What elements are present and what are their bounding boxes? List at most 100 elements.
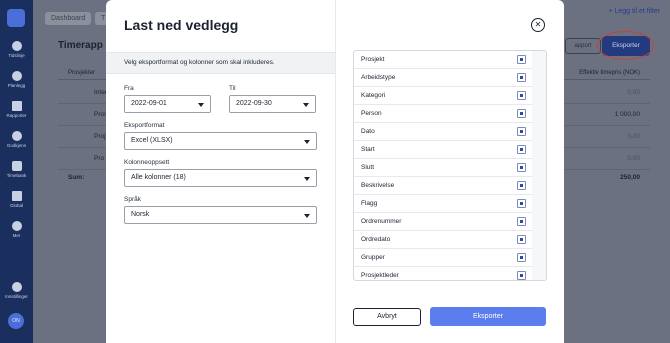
clock-icon (11, 41, 22, 51)
column-header-price: Effektiv timepris (NOK) (579, 70, 640, 76)
document-icon (11, 191, 22, 201)
list-item[interactable]: Grupper (354, 249, 532, 267)
column-name: Prosjektleder (361, 272, 399, 279)
format-label: Eksportformat (124, 122, 165, 129)
tab-dashboard[interactable]: Dashboard (45, 12, 92, 25)
chevron-down-icon (198, 103, 204, 107)
columns-setup-value: Alle kolonner (18) (131, 174, 186, 181)
row-price: 1 000,00 (614, 111, 640, 118)
highlight-circle (597, 31, 654, 60)
list-item[interactable]: Kategori (354, 87, 532, 105)
list-item[interactable]: Slutt (354, 159, 532, 177)
list-item[interactable]: Person (354, 105, 532, 123)
column-checkbox[interactable] (517, 55, 526, 64)
app-logo[interactable] (7, 9, 25, 27)
add-filter-link[interactable]: + Legg til et filter (608, 8, 660, 15)
column-checkbox[interactable] (517, 73, 526, 82)
column-checkbox[interactable] (517, 127, 526, 136)
column-name: Arbeidstype (361, 74, 396, 81)
bar-chart-icon (11, 101, 22, 111)
column-name: Grupper (361, 254, 385, 261)
list-item[interactable]: Ordrenummer (354, 213, 532, 231)
check-circle-icon (11, 131, 22, 141)
column-header-project: Prosjekter (68, 70, 96, 76)
export-confirm-button[interactable]: Eksporter (430, 307, 546, 326)
list-item[interactable]: Prosjekt (354, 51, 532, 69)
column-name: Kategori (361, 92, 386, 99)
column-name: Slutt (361, 164, 375, 171)
close-icon: ✕ (534, 20, 542, 29)
column-checkbox[interactable] (517, 145, 526, 154)
column-checkbox[interactable] (517, 217, 526, 226)
chevron-down-icon (303, 103, 309, 107)
list-item[interactable]: Arbeidstype (354, 69, 532, 87)
sidebar-item-rapporter[interactable]: Rapporter (0, 101, 33, 118)
export-modal: Last ned vedlegg Velg eksportformat og k… (106, 0, 564, 343)
sidebar-item-label: Mer (12, 233, 21, 238)
column-name: Ordredato (361, 236, 391, 243)
report-button[interactable]: apport (565, 38, 601, 54)
columns-setup-label: Kolonneoppsett (124, 159, 170, 166)
sidebar: Tidslinje Planlegg Rapporter Godkjenn Ti… (0, 0, 33, 343)
sidebar-item-timebank[interactable]: Timebank (0, 161, 33, 178)
avatar[interactable]: ON (8, 313, 24, 329)
row-project-name: Proj (94, 133, 106, 140)
to-date-select[interactable]: 2022-09-30 (229, 95, 316, 113)
to-date-value: 2022-09-30 (236, 100, 272, 107)
language-label: Språk (124, 196, 141, 203)
list-item[interactable]: Ordredato (354, 231, 532, 249)
sidebar-item-label: Global (9, 203, 23, 208)
list-item[interactable]: Dato (354, 123, 532, 141)
close-button[interactable]: ✕ (531, 18, 545, 32)
to-label: Til (229, 85, 236, 92)
list-item[interactable]: Beskrivelse (354, 177, 532, 195)
column-name: Beskrivelse (361, 182, 395, 189)
modal-title: Last ned vedlegg (124, 17, 239, 33)
columns-setup-select[interactable]: Alle kolonner (18) (124, 169, 317, 187)
from-date-select[interactable]: 2022-09-01 (124, 95, 211, 113)
column-checkbox[interactable] (517, 163, 526, 172)
column-list-scrollbar[interactable] (532, 51, 546, 280)
sum-label: Sum: (68, 174, 85, 181)
language-value: Norsk (131, 211, 150, 218)
info-text: Velg eksportformat og kolonner som skal … (124, 59, 275, 66)
chevron-down-icon (304, 140, 310, 144)
column-checkbox[interactable] (517, 253, 526, 262)
calendar-icon (11, 71, 22, 81)
sidebar-item-label: Rapporter (6, 113, 27, 118)
sidebar-item-label: Planlegg (7, 83, 26, 88)
sidebar-item-label: Godkjenn (6, 143, 27, 148)
row-project-name: Pro (94, 155, 105, 162)
gear-icon (11, 282, 22, 292)
from-label: Fra (124, 85, 134, 92)
column-checkbox[interactable] (517, 109, 526, 118)
column-name: Flagg (361, 200, 378, 207)
column-checkbox[interactable] (517, 271, 526, 280)
sum-value: 250,00 (620, 174, 640, 181)
column-checkbox[interactable] (517, 91, 526, 100)
column-checkbox[interactable] (517, 235, 526, 244)
sidebar-item-planlegg[interactable]: Planlegg (0, 71, 33, 88)
sidebar-item-tidslinje[interactable]: Tidslinje (0, 41, 33, 58)
page-title: Timerapp (58, 40, 103, 51)
column-name: Ordrenummer (361, 218, 402, 225)
column-checkbox[interactable] (517, 199, 526, 208)
sidebar-item-label: Timebank (6, 173, 27, 178)
list-item[interactable]: Start (354, 141, 532, 159)
info-bar: Velg eksportformat og kolonner som skal … (106, 52, 335, 74)
sidebar-item-innstillinger[interactable]: Innstillinger (0, 282, 33, 299)
column-checkbox[interactable] (517, 181, 526, 190)
language-select[interactable]: Norsk (124, 206, 317, 224)
cancel-button[interactable]: Avbryt (353, 308, 421, 326)
sidebar-item-global[interactable]: Global (0, 191, 33, 208)
from-date-value: 2022-09-01 (131, 100, 167, 107)
list-item[interactable]: Prosjektleder (354, 267, 532, 280)
sidebar-item-mer[interactable]: Mer (0, 221, 33, 238)
row-price: 0,00 (627, 155, 640, 162)
sidebar-item-godkjenn[interactable]: Godkjenn (0, 131, 33, 148)
list-item[interactable]: Flagg (354, 195, 532, 213)
format-select[interactable]: Excel (XLSX) (124, 132, 317, 150)
sidebar-item-label: Innstillinger (5, 294, 28, 299)
timebank-icon (11, 161, 22, 171)
format-value: Excel (XLSX) (131, 137, 173, 144)
